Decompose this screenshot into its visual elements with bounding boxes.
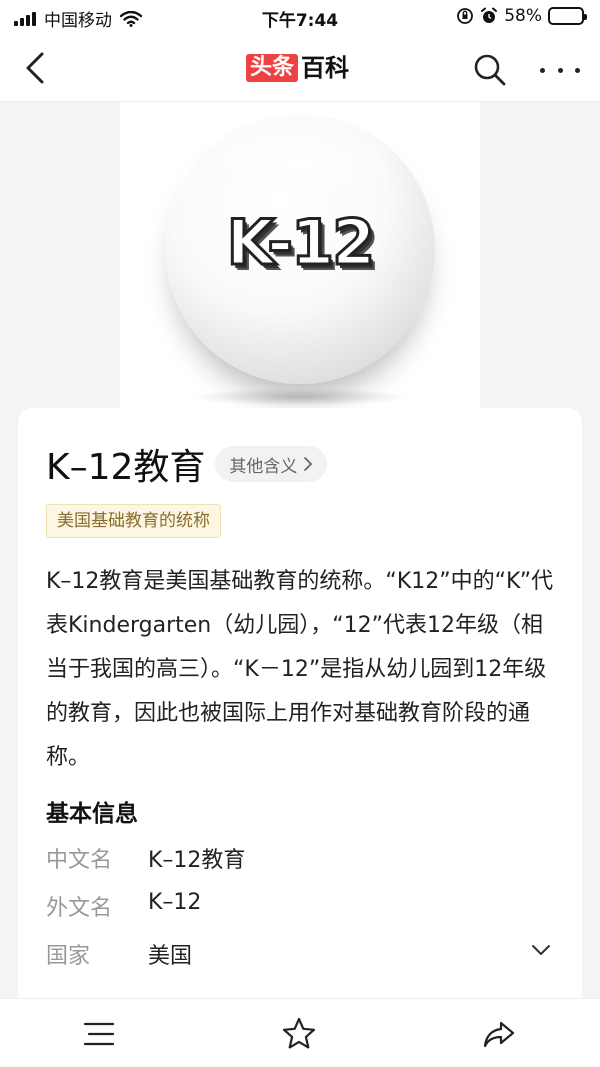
entry-summary: K–12教育是美国基础教育的统称。“K12”中的“K”代表Kindergarte… — [46, 569, 554, 770]
hero-image[interactable]: K-12 — [0, 102, 600, 412]
app-logo: 头条 百科 — [246, 54, 349, 82]
basic-info-title: 基本信息 — [46, 801, 138, 827]
menu-button[interactable] — [80, 1015, 118, 1053]
menu-icon — [83, 1022, 115, 1046]
star-icon — [282, 1017, 316, 1049]
info-row-chinese-name: 中文名 K–12教育 — [46, 842, 245, 874]
search-button[interactable] — [472, 52, 508, 88]
status-bar: 中国移动 下午7:44 58% — [0, 0, 600, 34]
more-icon — [540, 67, 545, 73]
info-key: 国家 — [46, 944, 91, 969]
bottom-toolbar — [0, 998, 600, 1067]
expand-info-button[interactable] — [528, 940, 554, 960]
share-button[interactable] — [480, 1015, 518, 1053]
search-icon — [474, 54, 506, 86]
other-meanings-label: 其他含义 — [229, 456, 298, 477]
k12-sphere: K-12 — [165, 114, 435, 384]
sphere-label: K-12 — [225, 205, 377, 281]
entry-tag[interactable]: 美国基础教育的统称 — [46, 504, 221, 538]
status-right: 58% — [456, 6, 587, 26]
share-icon — [483, 1021, 515, 1048]
other-meanings-button[interactable]: 其他含义 — [215, 446, 328, 482]
logo-baike: 百科 — [301, 54, 350, 82]
info-value: 美国 — [148, 944, 193, 969]
chevron-down-icon — [532, 945, 550, 955]
title-row: K–12教育 其他含义 — [46, 438, 328, 490]
chevron-right-icon — [304, 457, 313, 471]
battery-percent: 58% — [504, 6, 542, 26]
back-button[interactable] — [18, 48, 58, 88]
more-button[interactable] — [540, 56, 580, 84]
info-value: K–12 — [148, 890, 202, 915]
info-row-country: 国家 美国 — [46, 938, 192, 970]
entry-title: K–12教育 — [46, 447, 206, 488]
info-key: 外文名 — [46, 896, 113, 921]
info-value: K–12教育 — [148, 848, 246, 873]
info-row-foreign-name: 外文名 K–12 — [46, 890, 201, 922]
favorite-button[interactable] — [280, 1015, 318, 1053]
info-key: 中文名 — [46, 848, 113, 873]
entry-card: K–12教育 其他含义 美国基础教育的统称 K–12教育是美国基础教育的统称。“… — [18, 408, 582, 1008]
battery-icon — [548, 7, 587, 25]
alarm-icon — [481, 7, 498, 23]
logo-toutiao: 头条 — [246, 54, 299, 82]
nav-bar: 头条 百科 — [0, 34, 600, 102]
orientation-lock-icon — [457, 8, 474, 24]
chevron-left-icon — [26, 52, 44, 84]
